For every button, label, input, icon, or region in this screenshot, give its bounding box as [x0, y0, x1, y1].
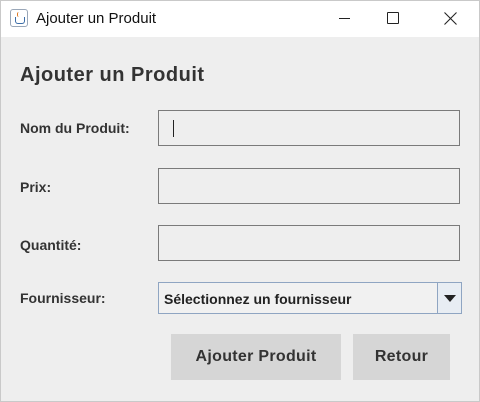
text-caret	[173, 120, 174, 137]
app-window: Ajouter un Produit Ajouter un Produit No…	[0, 0, 480, 402]
minimize-button[interactable]	[321, 1, 367, 37]
supplier-label: Fournisseur:	[20, 290, 106, 306]
form-heading: Ajouter un Produit	[20, 64, 205, 86]
chevron-down-icon	[444, 295, 456, 302]
price-label: Prix:	[20, 179, 52, 195]
maximize-icon	[387, 12, 399, 24]
maximize-button[interactable]	[370, 1, 416, 37]
title-bar[interactable]: Ajouter un Produit	[1, 1, 479, 37]
back-button[interactable]: Retour	[353, 334, 450, 380]
quantity-label: Quantité:	[20, 237, 82, 253]
add-product-button[interactable]: Ajouter Produit	[171, 334, 341, 380]
price-input[interactable]	[158, 168, 460, 204]
supplier-dropdown[interactable]: Sélectionnez un fournisseur	[158, 282, 462, 314]
product-name-input[interactable]	[158, 110, 460, 146]
product-name-label: Nom du Produit:	[20, 120, 130, 136]
minimize-icon	[339, 18, 350, 19]
java-app-icon	[10, 9, 28, 27]
close-icon	[444, 12, 457, 25]
supplier-selected-value: Sélectionnez un fournisseur	[164, 291, 352, 307]
close-button[interactable]	[427, 1, 473, 37]
quantity-input[interactable]	[158, 225, 460, 261]
window-title: Ajouter un Produit	[36, 10, 157, 27]
dropdown-arrow-button[interactable]	[437, 283, 461, 313]
